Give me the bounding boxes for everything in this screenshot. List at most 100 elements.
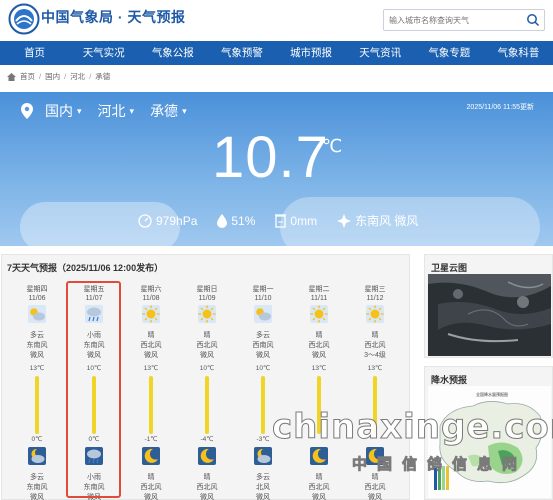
forecast-day-weather: 晴 [203,332,211,339]
nav-item-warning[interactable]: 气象预警 [207,41,276,65]
forecast-night-wind-dir: 东南风 [26,484,48,491]
forecast-high: 10℃ [255,365,271,372]
forecast-weekday: 星期二 [308,286,330,293]
forecast-day-wind-dir: 东南风 [26,342,48,349]
forecast-night-wind-dir: 西北风 [140,484,162,491]
forecast-weekday: 星期四 [26,286,48,293]
forecast-night-weather: 晴 [371,474,379,481]
forecast-day-wind: 微风 [312,352,326,359]
forecast-day[interactable]: 星期二 11/11 晴西北风 微风 13℃ 晴西北风 微风 [294,285,344,500]
page-root: { "site": {"title": "中国气象局 · 天气预报"}, "se… [0,0,553,500]
water-drop-icon [217,213,228,228]
satellite-title[interactable]: 卫星云图 [431,261,467,274]
partly-cloudy-night-icon [254,447,272,465]
home-icon[interactable] [7,72,16,81]
forecast-day-weather: 晴 [371,332,379,339]
rain-gauge-icon [275,213,287,228]
precipitation-title[interactable]: 降水预报 [431,373,467,386]
search-input[interactable] [384,10,520,30]
temperature-bar [261,376,265,434]
breadcrumb-separator: / [39,72,42,81]
search-icon[interactable] [526,13,540,27]
forecast-day-wind-dir: 西北风 [140,342,162,349]
forecast-night-weather: 晴 [203,474,211,481]
watermark-chinese: 中国信鸽信息网 [352,456,528,474]
forecast-day-weather: 多云 [30,332,44,339]
nav-item-home[interactable]: 首页 [0,41,69,65]
satellite-image[interactable] [428,274,551,356]
forecast-low: -4℃ [200,436,214,443]
clear-night-icon [142,447,160,465]
temperature-bar [35,376,39,434]
current-temperature: 10.7 [212,125,329,190]
forecast-high: 13℃ [29,365,45,372]
wind-stat: 东南风 微风 [337,212,418,229]
chevron-down-icon[interactable]: ▾ [130,106,135,117]
forecast-day[interactable]: 星期六 11/08 晴西北风 微风 13℃ -1℃ 晴西北风 微风 [126,285,176,500]
location-selector: 国内 ▾ 河北 ▾ 承德 ▾ [21,101,203,121]
forecast-date: 11/10 [254,295,272,302]
forecast-high: 13℃ [311,365,327,372]
breadcrumb-home[interactable]: 首页 [20,71,35,82]
temperature-bar [205,376,209,434]
rain-value: 0mm [290,213,318,228]
forecast-date: 11/09 [198,295,216,302]
cma-logo[interactable] [8,3,40,35]
country-select[interactable]: 国内 [45,101,73,121]
forecast-night-weather: 晴 [147,474,155,481]
forecast-date: 11/08 [142,295,160,302]
current-stats: 979hPa 51% 0mm 东南风 微风 [138,212,438,229]
temperature-bar [149,376,153,434]
sunny-icon [366,305,384,323]
forecast-day-wind-dir: 西北风 [196,342,218,349]
satellite-panel: 卫星云图 [424,254,553,358]
search-box [383,9,545,31]
forecast-day-wind: 微风 [144,352,158,359]
forecast-day-weather: 晴 [315,332,323,339]
forecast-date: 11/12 [366,295,384,302]
chevron-down-icon[interactable]: ▾ [77,106,82,117]
forecast-night-wind: 微风 [200,494,214,500]
nav-item-news[interactable]: 天气资讯 [346,41,415,65]
nav-item-live[interactable]: 天气实况 [69,41,138,65]
sunny-icon [198,305,216,323]
temperature-unit: ℃ [322,136,343,156]
nav-item-science[interactable]: 气象科普 [484,41,553,65]
forecast-day[interactable]: 星期日 11/09 晴西北风 微风 10℃ -4℃ 晴西北风 微风 [182,285,232,500]
sunny-icon [142,305,160,323]
forecast-night-wind: 微风 [30,494,44,500]
forecast-night-wind-dir: 北风 [256,484,270,491]
site-title[interactable]: 中国气象局 · 天气预报 [41,7,185,27]
province-select[interactable]: 河北 [98,101,126,121]
forecast-date: 11/06 [28,295,46,302]
forecast-day[interactable]: 星期一 11/10 多云 西南风 微风 10℃ -3℃ 多云 北风 微风 [238,285,288,500]
update-time: 2025/11/06 11:55更新 [466,104,534,111]
partly-cloudy-night-icon [28,447,46,465]
forecast-weekday: 星期三 [364,286,386,293]
header: 中国气象局 · 天气预报 [0,0,553,41]
sunny-icon [310,305,328,323]
precipitation-map-caption: 全国降水量预报图 [476,391,508,397]
clear-night-icon [310,447,328,465]
breadcrumb-province[interactable]: 河北 [70,71,85,82]
forecast-high: 13℃ [143,365,159,372]
forecast-day-wind: 3～4级 [364,352,386,359]
nav-item-bulletin[interactable]: 气象公报 [138,41,207,65]
forecast-day[interactable]: 星期四 11/06 多云 东南风 微风 13℃ 0℃ 多云 东南风 微风 [12,285,62,500]
nav-item-city[interactable]: 城市预报 [277,41,346,65]
forecast-day-wind: 微风 [256,352,270,359]
breadcrumb-country[interactable]: 国内 [45,71,60,82]
forecast-night-wind: 微风 [312,494,326,500]
nav-item-topics[interactable]: 气象专题 [415,41,484,65]
forecast-low: -1℃ [144,436,158,443]
chevron-down-icon[interactable]: ▾ [182,106,187,117]
breadcrumb-city[interactable]: 承德 [95,71,110,82]
forecast-night-wind-dir: 西北风 [308,484,330,491]
wind-value: 东南风 微风 [355,214,419,228]
forecast-low: 0℃ [31,436,43,443]
forecast-weekday: 星期六 [140,286,162,293]
forecast-night-wind-dir: 西北风 [364,484,386,491]
city-select[interactable]: 承德 [150,101,178,121]
forecast-day-wind: 微风 [200,352,214,359]
main-nav: 首页 天气实况 气象公报 气象预警 城市预报 天气资讯 气象专题 气象科普 [0,41,553,65]
